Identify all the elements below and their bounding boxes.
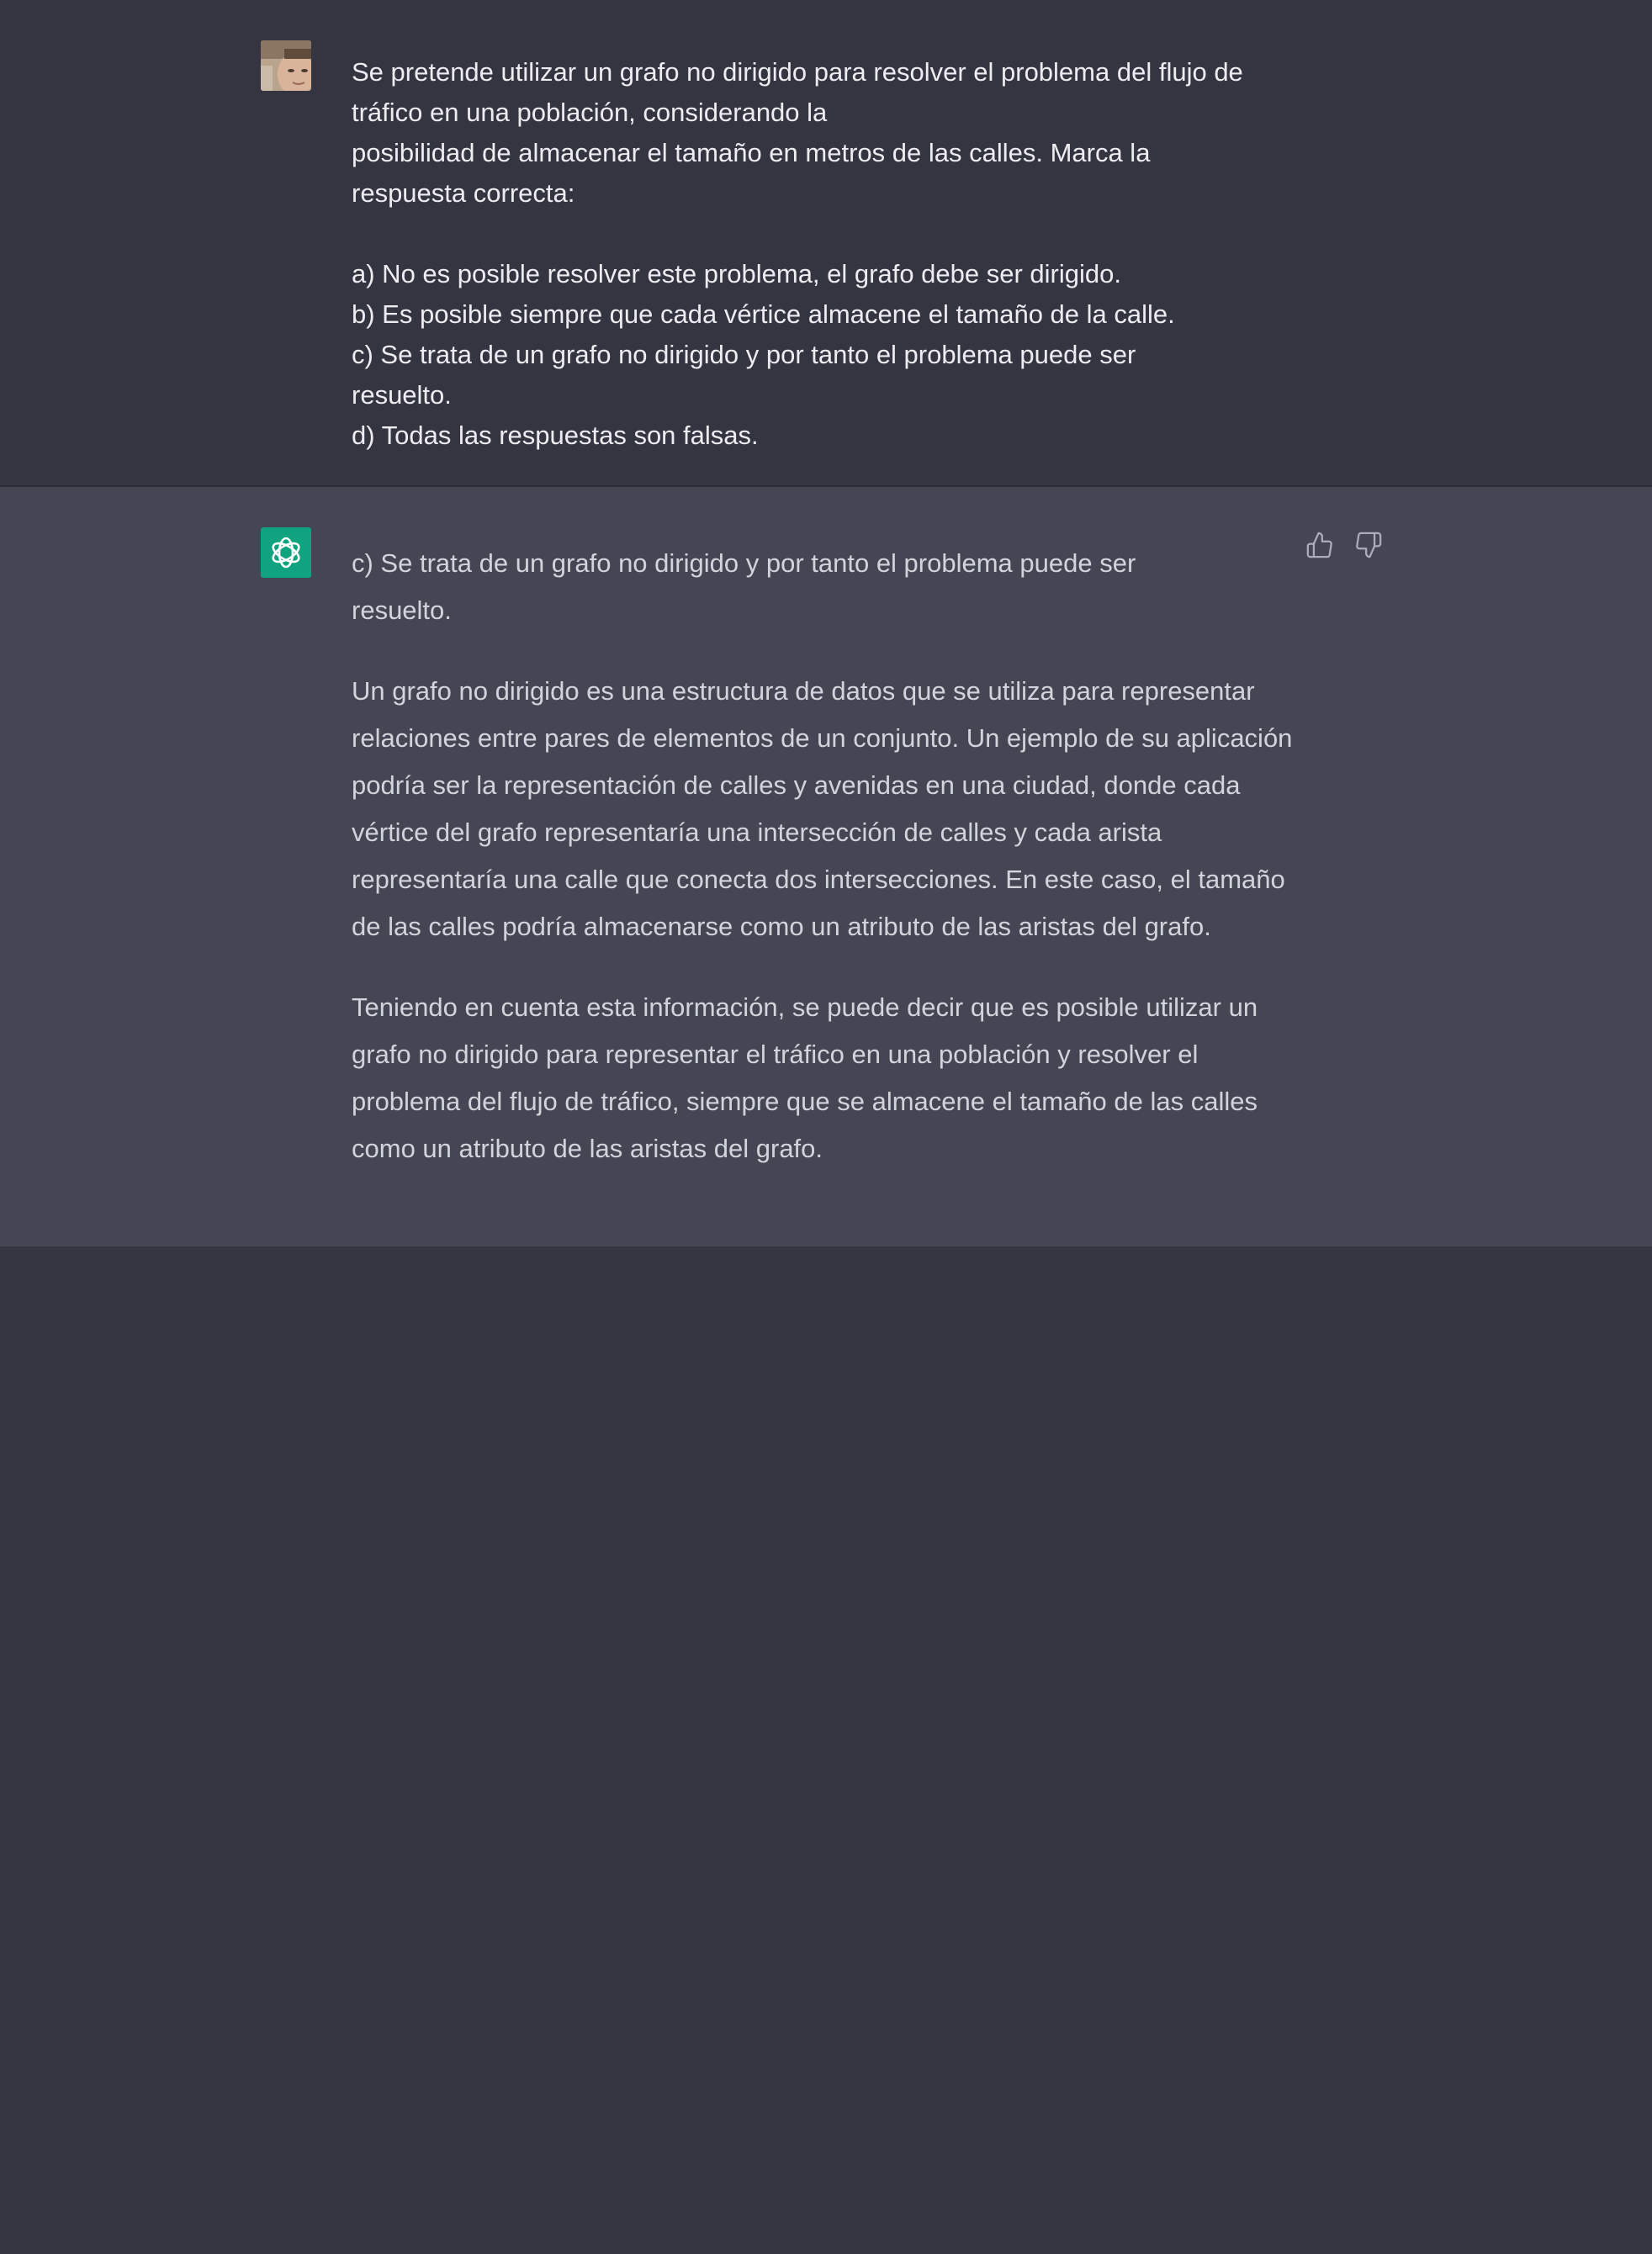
assistant-message-text: c) Se trata de un grafo no dirigido y po… bbox=[352, 540, 1294, 1206]
user-avatar-photo bbox=[261, 40, 311, 91]
assistant-avatar bbox=[261, 527, 311, 578]
user-message: Se pretende utilizar un grafo no dirigid… bbox=[0, 0, 1652, 487]
thumbs-up-icon bbox=[1306, 532, 1332, 558]
thumbs-up-button[interactable] bbox=[1304, 527, 1336, 563]
option-a: a) No es posible resolver este problema,… bbox=[352, 259, 1121, 288]
user-message-text: Se pretende utilizar un grafo no dirigid… bbox=[352, 52, 1294, 456]
option-b: b) Es posible siempre que cada vértice a… bbox=[352, 299, 1175, 329]
question-line-2: posibilidad de almacenar el tamaño en me… bbox=[352, 138, 1151, 208]
option-c: c) Se trata de un grafo no dirigido y po… bbox=[352, 340, 1136, 410]
thumbs-down-icon bbox=[1356, 532, 1382, 558]
openai-logo-icon bbox=[272, 537, 300, 569]
question-line-1: Se pretende utilizar un grafo no dirigid… bbox=[352, 57, 1243, 127]
thumbs-down-button[interactable] bbox=[1353, 527, 1385, 563]
explanation-paragraph: Un grafo no dirigido es una estructura d… bbox=[352, 676, 1293, 941]
feedback-buttons bbox=[1304, 527, 1385, 563]
option-d: d) Todas las respuestas son falsas. bbox=[352, 421, 759, 450]
assistant-message: c) Se trata de un grafo no dirigido y po… bbox=[0, 487, 1652, 1246]
answer-paragraph: c) Se trata de un grafo no dirigido y po… bbox=[352, 548, 1136, 625]
conclusion-paragraph: Teniendo en cuenta esta información, se … bbox=[352, 992, 1258, 1163]
user-avatar bbox=[261, 40, 311, 91]
